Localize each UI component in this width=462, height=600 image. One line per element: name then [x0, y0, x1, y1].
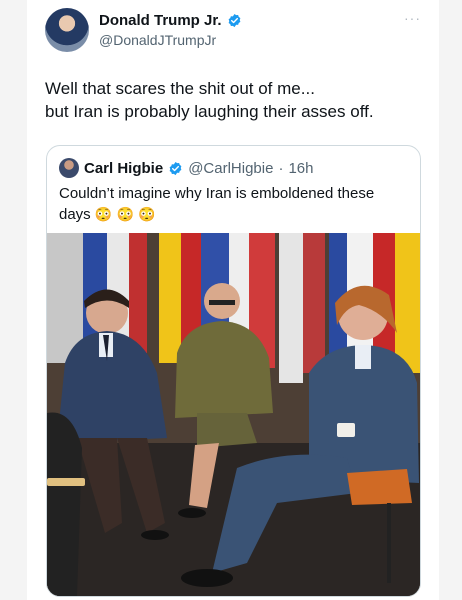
- quoted-separator: ·: [278, 159, 284, 177]
- quoted-photo[interactable]: [47, 233, 420, 596]
- photo-illustration: [47, 233, 420, 596]
- author-avatar[interactable]: [45, 8, 89, 52]
- quoted-author-avatar[interactable]: [59, 158, 79, 178]
- flushed-face-emoji: 😳: [138, 206, 156, 222]
- quoted-author-handle[interactable]: @CarlHigbie: [188, 160, 273, 177]
- post-header: Donald Trump Jr. @DonaldJTrumpJr ···: [45, 8, 425, 54]
- quoted-post[interactable]: Carl Higbie @CarlHigbie · 16h Couldn’t i…: [46, 145, 421, 597]
- flushed-face-emoji: 😳: [116, 206, 134, 222]
- quoted-timestamp[interactable]: 16h: [288, 160, 313, 177]
- quoted-text: Couldn’t imagine why Iran is emboldened …: [59, 184, 399, 225]
- quoted-header: Carl Higbie @CarlHigbie · 16h: [59, 158, 313, 178]
- flushed-face-emoji: 😳: [94, 206, 113, 222]
- author-name-row: Donald Trump Jr.: [99, 12, 242, 29]
- post-card: Donald Trump Jr. @DonaldJTrumpJr ··· Wel…: [27, 0, 439, 600]
- author-name[interactable]: Donald Trump Jr.: [99, 12, 222, 29]
- post-text: Well that scares the shit out of me... b…: [45, 79, 374, 121]
- quoted-author-name[interactable]: Carl Higbie: [84, 160, 163, 177]
- more-icon[interactable]: ···: [404, 10, 421, 26]
- verified-badge-icon: [228, 13, 240, 28]
- author-handle[interactable]: @DonaldJTrumpJr: [99, 32, 216, 48]
- verified-badge-icon: [169, 161, 182, 175]
